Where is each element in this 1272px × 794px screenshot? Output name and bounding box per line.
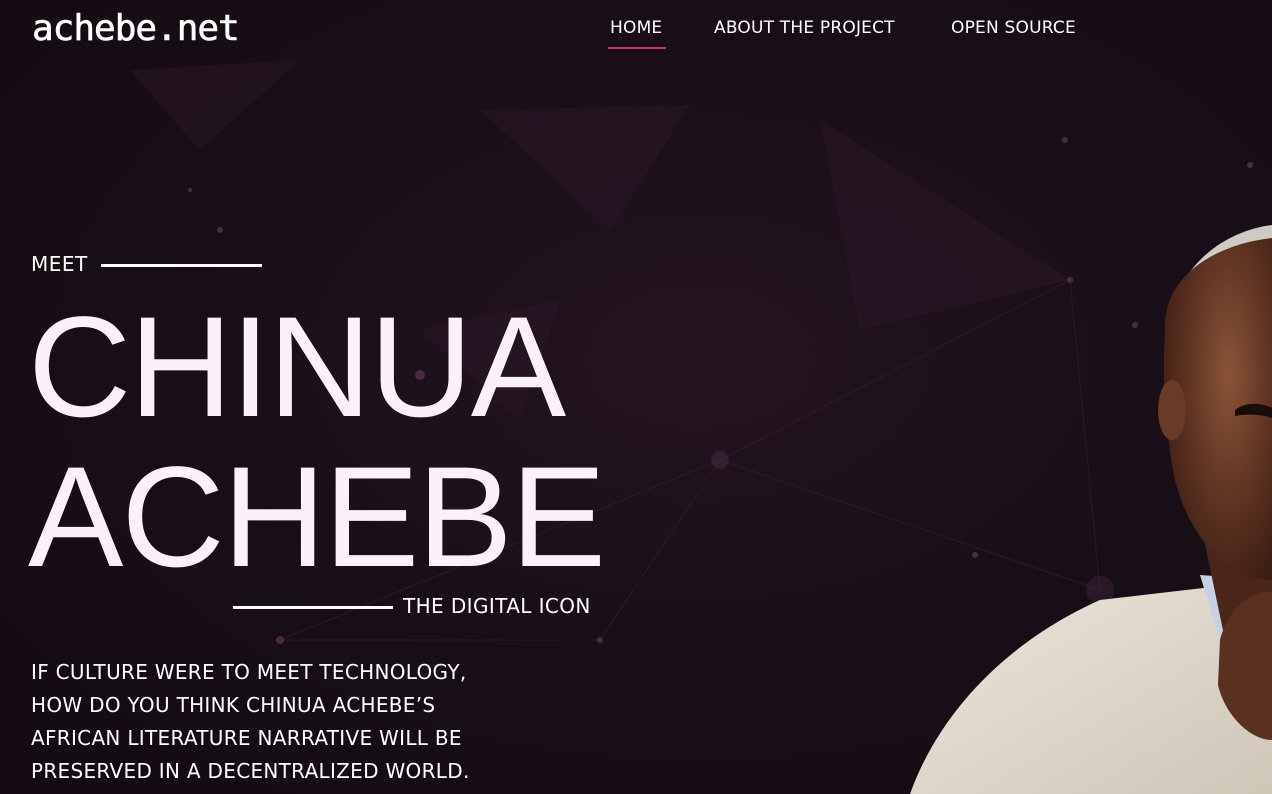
kicker-divider <box>101 264 262 267</box>
nav-active-indicator <box>608 47 666 49</box>
site-logo[interactable]: achebe.net <box>32 8 240 50</box>
hero-title-last-name: ACHEBE <box>28 438 606 597</box>
tagline-divider <box>233 606 393 609</box>
lead-line: HOW DO YOU THINK CHINUA ACHEBE’S <box>31 693 436 717</box>
hero-kicker: MEET <box>31 252 88 276</box>
nav-about-the-project[interactable]: ABOUT THE PROJECT <box>714 18 895 38</box>
lead-line: AFRICAN LITERATURE NARRATIVE WILL BE <box>31 726 462 750</box>
lead-line: IF CULTURE WERE TO MEET TECHNOLOGY, <box>31 660 467 684</box>
hero-lead-paragraph: IF CULTURE WERE TO MEET TECHNOLOGY, HOW … <box>31 656 551 788</box>
hero-title-first-name: CHINUA <box>28 288 566 447</box>
portrait-image <box>910 225 1272 794</box>
nav-home[interactable]: HOME <box>610 18 662 38</box>
nav-open-source[interactable]: OPEN SOURCE <box>951 18 1076 38</box>
lead-line: PRESERVED IN A DECENTRALIZED WORLD. <box>31 759 470 783</box>
hero-tagline: THE DIGITAL ICON <box>403 594 591 618</box>
page: achebe.net HOME ABOUT THE PROJECT OPEN S… <box>0 0 1272 794</box>
